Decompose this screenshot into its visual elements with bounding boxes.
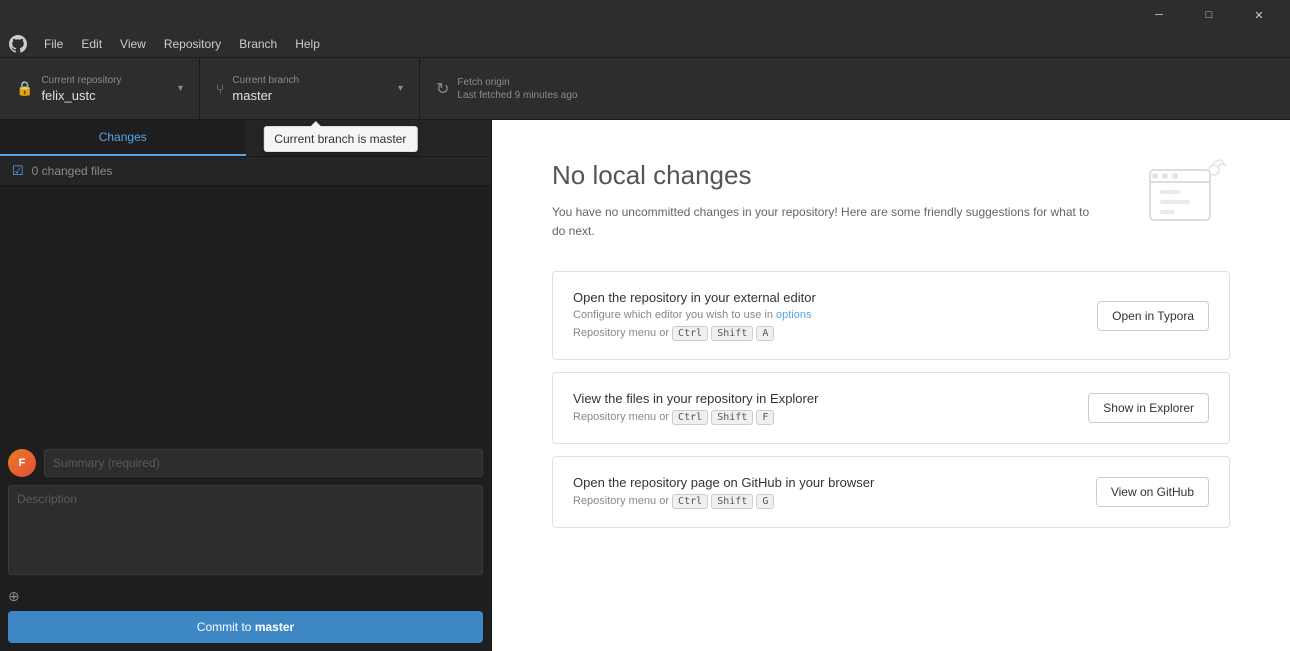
tabs: Changes History: [0, 120, 491, 157]
menu-bar: File Edit View Repository Branch Help: [0, 30, 1290, 58]
shift-key-2: Shift: [711, 410, 753, 425]
action-card-editor-left: Open the repository in your external edi…: [573, 290, 1077, 341]
action-card-github-left: Open the repository page on GitHub in yo…: [573, 475, 1076, 509]
branch-chevron: ▾: [398, 83, 403, 94]
menu-file[interactable]: File: [36, 34, 71, 54]
changed-files-count: 0 changed files: [32, 164, 113, 178]
add-icon-row: ⊕: [8, 586, 483, 607]
fetch-sub: Last fetched 9 minutes ago: [457, 90, 634, 101]
summary-input[interactable]: [44, 449, 483, 477]
menu-edit[interactable]: Edit: [73, 34, 110, 54]
sidebar-spacer: [0, 186, 491, 440]
repo-text: Current repository felix_ustc: [41, 75, 170, 103]
show-in-explorer-button[interactable]: Show in Explorer: [1088, 393, 1209, 423]
checkbox-icon[interactable]: ☑: [12, 163, 24, 179]
app-logo: [8, 34, 28, 54]
a-key: A: [756, 326, 774, 341]
tab-changes[interactable]: Changes: [0, 120, 246, 156]
menu-view[interactable]: View: [112, 34, 154, 54]
action-card-explorer-left: View the files in your repository in Exp…: [573, 391, 1068, 425]
ctrl-key: Ctrl: [672, 326, 708, 341]
action-card-editor-desc: Configure which editor you wish to use i…: [573, 309, 1077, 321]
main-layout: Changes History ☑ 0 changed files F ⊕ Co…: [0, 120, 1290, 651]
ctrl-key-2: Ctrl: [672, 410, 708, 425]
title-bar: ─ □ ✕: [0, 0, 1290, 30]
maximize-button[interactable]: □: [1186, 0, 1232, 30]
no-changes-container: No local changes You have no uncommitted…: [492, 120, 1290, 580]
action-card-editor: Open the repository in your external edi…: [552, 271, 1230, 360]
fetch-label: Fetch origin: [457, 77, 634, 88]
menu-branch[interactable]: Branch: [231, 34, 285, 54]
fetch-origin-section[interactable]: ↻ Fetch origin Last fetched 9 minutes ag…: [420, 58, 650, 119]
current-branch-section[interactable]: ⑂ Current branch master ▾ Current branch…: [200, 58, 420, 119]
no-changes-desc: You have no uncommitted changes in your …: [552, 203, 1102, 241]
changed-files-bar: ☑ 0 changed files: [0, 157, 491, 186]
window-controls: ─ □ ✕: [1136, 0, 1282, 30]
g-key: G: [756, 494, 774, 509]
shift-key-3: Shift: [711, 494, 753, 509]
illustration: [1140, 150, 1230, 243]
content-area: No local changes You have no uncommitted…: [492, 120, 1290, 651]
view-on-github-button[interactable]: View on GitHub: [1096, 477, 1209, 507]
repo-label: Current repository: [41, 75, 170, 86]
action-card-explorer: View the files in your repository in Exp…: [552, 372, 1230, 444]
minimize-button[interactable]: ─: [1136, 0, 1182, 30]
branch-text: Current branch master: [232, 75, 390, 103]
action-card-explorer-title: View the files in your repository in Exp…: [573, 391, 1068, 406]
branch-label: Current branch: [232, 75, 390, 86]
f-key: F: [756, 410, 774, 425]
description-input[interactable]: [8, 485, 483, 575]
options-link[interactable]: options: [776, 309, 811, 321]
commit-area: F ⊕ Commit to master: [0, 440, 491, 651]
branch-value: master: [232, 88, 390, 103]
ctrl-key-3: Ctrl: [672, 494, 708, 509]
repo-chevron: ▾: [178, 83, 183, 94]
action-card-explorer-shortcut: Repository menu or Ctrl Shift F: [573, 410, 1068, 425]
close-button[interactable]: ✕: [1236, 0, 1282, 30]
sidebar: Changes History ☑ 0 changed files F ⊕ Co…: [0, 120, 492, 651]
action-card-github-title: Open the repository page on GitHub in yo…: [573, 475, 1076, 490]
lock-icon: 🔒: [16, 80, 33, 97]
branch-icon: ⑂: [216, 81, 224, 97]
commit-row: F: [8, 449, 483, 477]
no-changes-title: No local changes: [552, 160, 1230, 191]
commit-button[interactable]: Commit to master: [8, 611, 483, 643]
branch-tooltip: Current branch is master: [263, 126, 417, 152]
current-repo-section[interactable]: 🔒 Current repository felix_ustc ▾: [0, 58, 200, 119]
action-card-editor-shortcut: Repository menu or Ctrl Shift A: [573, 326, 1077, 341]
action-card-github-shortcut: Repository menu or Ctrl Shift G: [573, 494, 1076, 509]
add-coauthor-icon[interactable]: ⊕: [8, 588, 20, 605]
menu-repository[interactable]: Repository: [156, 34, 229, 54]
fetch-text: Fetch origin Last fetched 9 minutes ago: [457, 77, 634, 101]
shift-key: Shift: [711, 326, 753, 341]
action-card-editor-title: Open the repository in your external edi…: [573, 290, 1077, 305]
open-in-typora-button[interactable]: Open in Typora: [1097, 301, 1209, 331]
repo-value: felix_ustc: [41, 88, 170, 103]
fetch-icon: ↻: [436, 79, 449, 99]
action-card-github: Open the repository page on GitHub in yo…: [552, 456, 1230, 528]
avatar: F: [8, 449, 36, 477]
toolbar: 🔒 Current repository felix_ustc ▾ ⑂ Curr…: [0, 58, 1290, 120]
menu-help[interactable]: Help: [287, 34, 328, 54]
